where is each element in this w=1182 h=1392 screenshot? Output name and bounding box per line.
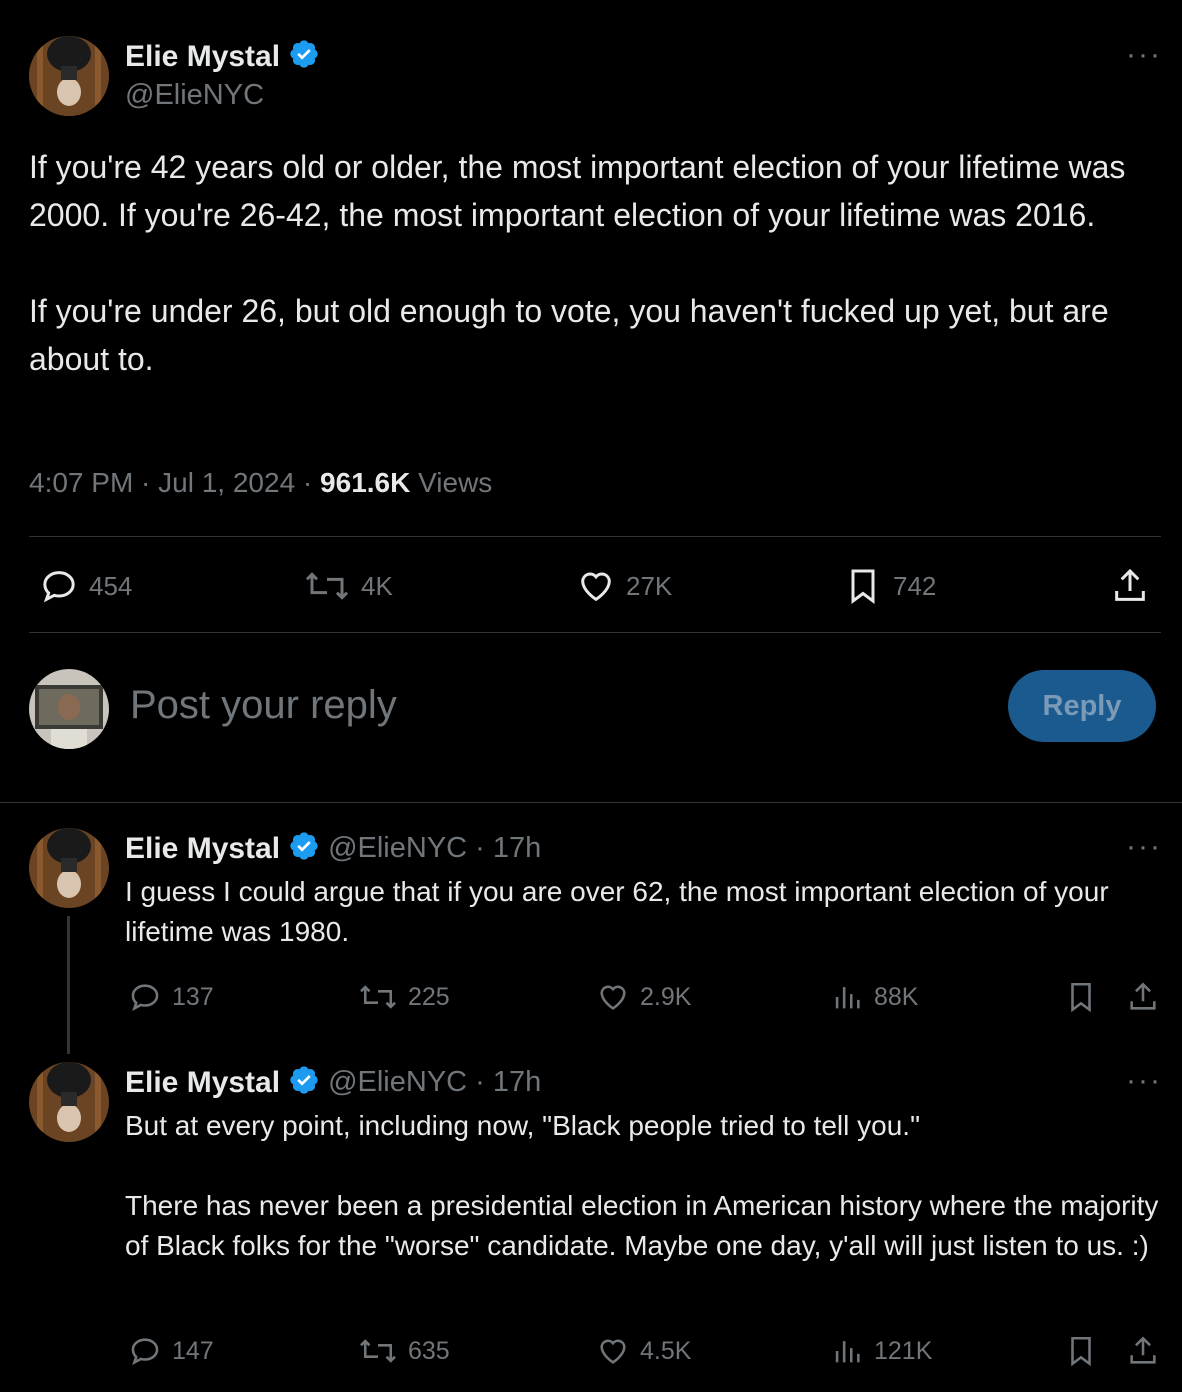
reply-icon bbox=[131, 1338, 159, 1365]
current-user-avatar[interactable] bbox=[29, 669, 109, 749]
like-count: 2.9K bbox=[640, 982, 692, 1011]
retweet-action-button[interactable]: 635 bbox=[358, 1334, 450, 1368]
reply-count: 137 bbox=[172, 982, 214, 1011]
more-options-icon[interactable]: ··· bbox=[1126, 38, 1162, 72]
views-action-button[interactable]: 88K bbox=[830, 980, 918, 1014]
bookmark-action-button[interactable] bbox=[1064, 980, 1098, 1014]
reply-action-button[interactable]: 147 bbox=[128, 1334, 214, 1368]
share-action-button[interactable] bbox=[1110, 566, 1150, 606]
reply-icon bbox=[43, 571, 75, 603]
heart-icon bbox=[581, 572, 611, 602]
tweet-text: If you're 42 years old or older, the mos… bbox=[29, 149, 1126, 377]
reply-author-name[interactable]: Elie Mystal bbox=[125, 1066, 280, 1100]
author-name[interactable]: Elie Mystal bbox=[125, 40, 280, 74]
like-count: 27K bbox=[626, 570, 673, 601]
reply-action-button[interactable]: 137 bbox=[128, 980, 214, 1014]
reply-count: 147 bbox=[172, 1336, 214, 1365]
reply-author-avatar[interactable] bbox=[29, 828, 109, 908]
bookmark-count: 742 bbox=[893, 570, 937, 601]
like-count: 4.5K bbox=[640, 1336, 692, 1365]
retweet-icon bbox=[305, 572, 349, 600]
views-count: 961.6K bbox=[320, 467, 411, 498]
more-options-icon[interactable]: ··· bbox=[1126, 830, 1162, 864]
reply-input[interactable]: Post your reply bbox=[130, 683, 397, 728]
divider bbox=[0, 802, 1182, 803]
verified-badge-icon bbox=[288, 1064, 320, 1101]
share-action-button[interactable] bbox=[1126, 1334, 1160, 1368]
reply-handle-time[interactable]: @ElieNYC · 17h bbox=[328, 1066, 541, 1099]
share-icon bbox=[1130, 982, 1156, 1010]
analytics-icon bbox=[835, 1341, 860, 1363]
bookmark-action-button[interactable] bbox=[1064, 1334, 1098, 1368]
thread-connector bbox=[67, 916, 70, 1054]
divider bbox=[29, 632, 1161, 633]
views-count: 88K bbox=[874, 982, 919, 1011]
tweet-meta: 4:07 PM · Jul 1, 2024 · 961.6K Views bbox=[29, 467, 492, 499]
like-action-button[interactable]: 27K bbox=[576, 566, 672, 606]
views-action-button[interactable]: 121K bbox=[830, 1334, 932, 1368]
like-action-button[interactable]: 2.9K bbox=[596, 980, 691, 1014]
retweet-action-button[interactable]: 4K bbox=[303, 566, 393, 606]
bookmark-icon bbox=[1071, 982, 1091, 1013]
bookmark-icon bbox=[1071, 1336, 1091, 1367]
retweet-action-button[interactable]: 225 bbox=[358, 980, 450, 1014]
reply-button[interactable]: Reply bbox=[1008, 670, 1156, 742]
more-options-icon[interactable]: ··· bbox=[1126, 1064, 1162, 1098]
retweet-icon bbox=[360, 1339, 396, 1363]
tweet-timestamp[interactable]: 4:07 PM · Jul 1, 2024 · bbox=[29, 467, 320, 498]
retweet-count: 225 bbox=[408, 982, 450, 1011]
reply-text: I guess I could argue that if you are ov… bbox=[125, 876, 1117, 947]
reply-action-button[interactable]: 454 bbox=[39, 566, 132, 606]
heart-icon bbox=[600, 1339, 626, 1364]
analytics-icon bbox=[835, 987, 860, 1009]
divider bbox=[29, 536, 1161, 537]
retweet-count: 4K bbox=[361, 570, 393, 601]
retweet-count: 635 bbox=[408, 1336, 450, 1365]
reply-handle-time[interactable]: @ElieNYC · 17h bbox=[328, 832, 541, 865]
share-icon bbox=[1130, 1336, 1156, 1364]
reply-author-name[interactable]: Elie Mystal bbox=[125, 832, 280, 866]
author-handle[interactable]: @ElieNYC bbox=[125, 79, 264, 112]
bookmark-icon bbox=[851, 569, 875, 604]
verified-badge-icon bbox=[288, 830, 320, 867]
retweet-icon bbox=[360, 985, 396, 1009]
share-icon bbox=[1115, 568, 1145, 601]
reply-text: But at every point, including now, "Blac… bbox=[125, 1110, 1159, 1261]
heart-icon bbox=[600, 985, 626, 1010]
share-action-button[interactable] bbox=[1126, 980, 1160, 1014]
verified-badge-icon bbox=[288, 38, 320, 75]
reply-icon bbox=[131, 984, 159, 1011]
bookmark-action-button[interactable]: 742 bbox=[843, 566, 936, 606]
reply-count: 454 bbox=[89, 570, 133, 601]
views-count: 121K bbox=[874, 1336, 933, 1365]
like-action-button[interactable]: 4.5K bbox=[596, 1334, 691, 1368]
author-avatar[interactable] bbox=[29, 36, 109, 116]
reply-author-avatar[interactable] bbox=[29, 1062, 109, 1142]
views-label: Views bbox=[410, 467, 493, 498]
